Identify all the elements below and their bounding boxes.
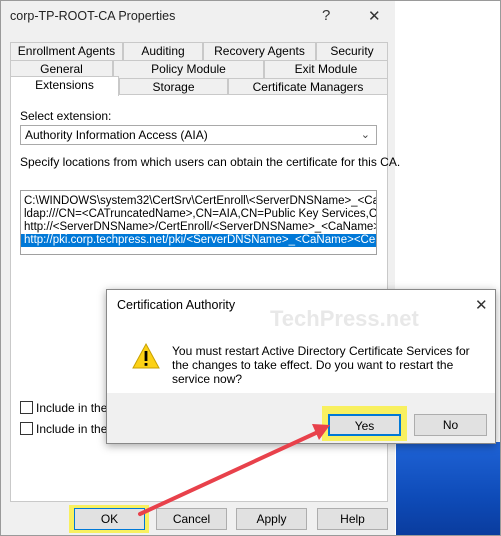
no-button[interactable]: No [414,414,487,436]
ok-button[interactable]: OK [74,508,145,530]
tab-exit-module[interactable]: Exit Module [264,60,388,78]
dialog-message: You must restart Active Directory Certif… [172,344,470,386]
window-title: corp-TP-ROOT-CA Properties [10,9,176,23]
help-button[interactable]: Help [317,508,388,530]
extension-select[interactable]: Authority Information Access (AIA) ⌄ [20,125,377,145]
tab-enrollment-agents[interactable]: Enrollment Agents [10,42,123,60]
watermark: TechPress.net [270,306,419,331]
desktop-wallpaper [396,442,500,535]
tab-security[interactable]: Security [316,42,388,60]
extension-description: Specify locations from which users can o… [20,155,401,169]
yes-button[interactable]: Yes [328,414,401,436]
include-ocsp-checkbox[interactable] [20,422,33,435]
cancel-button[interactable]: Cancel [156,508,227,530]
tab-policy-module[interactable]: Policy Module [113,60,264,78]
list-item[interactable]: C:\WINDOWS\system32\CertSrv\CertEnroll\<… [24,195,376,208]
select-extension-label: Select extension: [20,109,112,123]
locations-list[interactable]: C:\WINDOWS\system32\CertSrv\CertEnroll\<… [20,190,377,255]
tab-auditing[interactable]: Auditing [123,42,203,60]
dialog-title: Certification Authority [117,298,236,312]
dialog-close-icon[interactable]: ✕ [475,296,488,314]
list-item[interactable]: http://<ServerDNSName>/CertEnroll/<Serve… [24,221,376,234]
list-item-selected[interactable]: http://pki.corp.techpress.net/pki/<Serve… [21,234,376,247]
include-aia-checkbox[interactable] [20,401,33,414]
warning-icon [132,342,160,370]
tab-recovery-agents[interactable]: Recovery Agents [203,42,316,60]
help-icon[interactable]: ? [322,7,330,24]
apply-button[interactable]: Apply [236,508,307,530]
chevron-down-icon: ⌄ [360,129,370,141]
tab-extensions[interactable]: Extensions [10,76,119,96]
extension-select-value: Authority Information Access (AIA) [25,128,208,142]
close-icon[interactable]: ✕ [368,7,381,25]
list-item[interactable]: ldap:///CN=<CATruncatedName>,CN=AIA,CN=P… [24,208,376,221]
